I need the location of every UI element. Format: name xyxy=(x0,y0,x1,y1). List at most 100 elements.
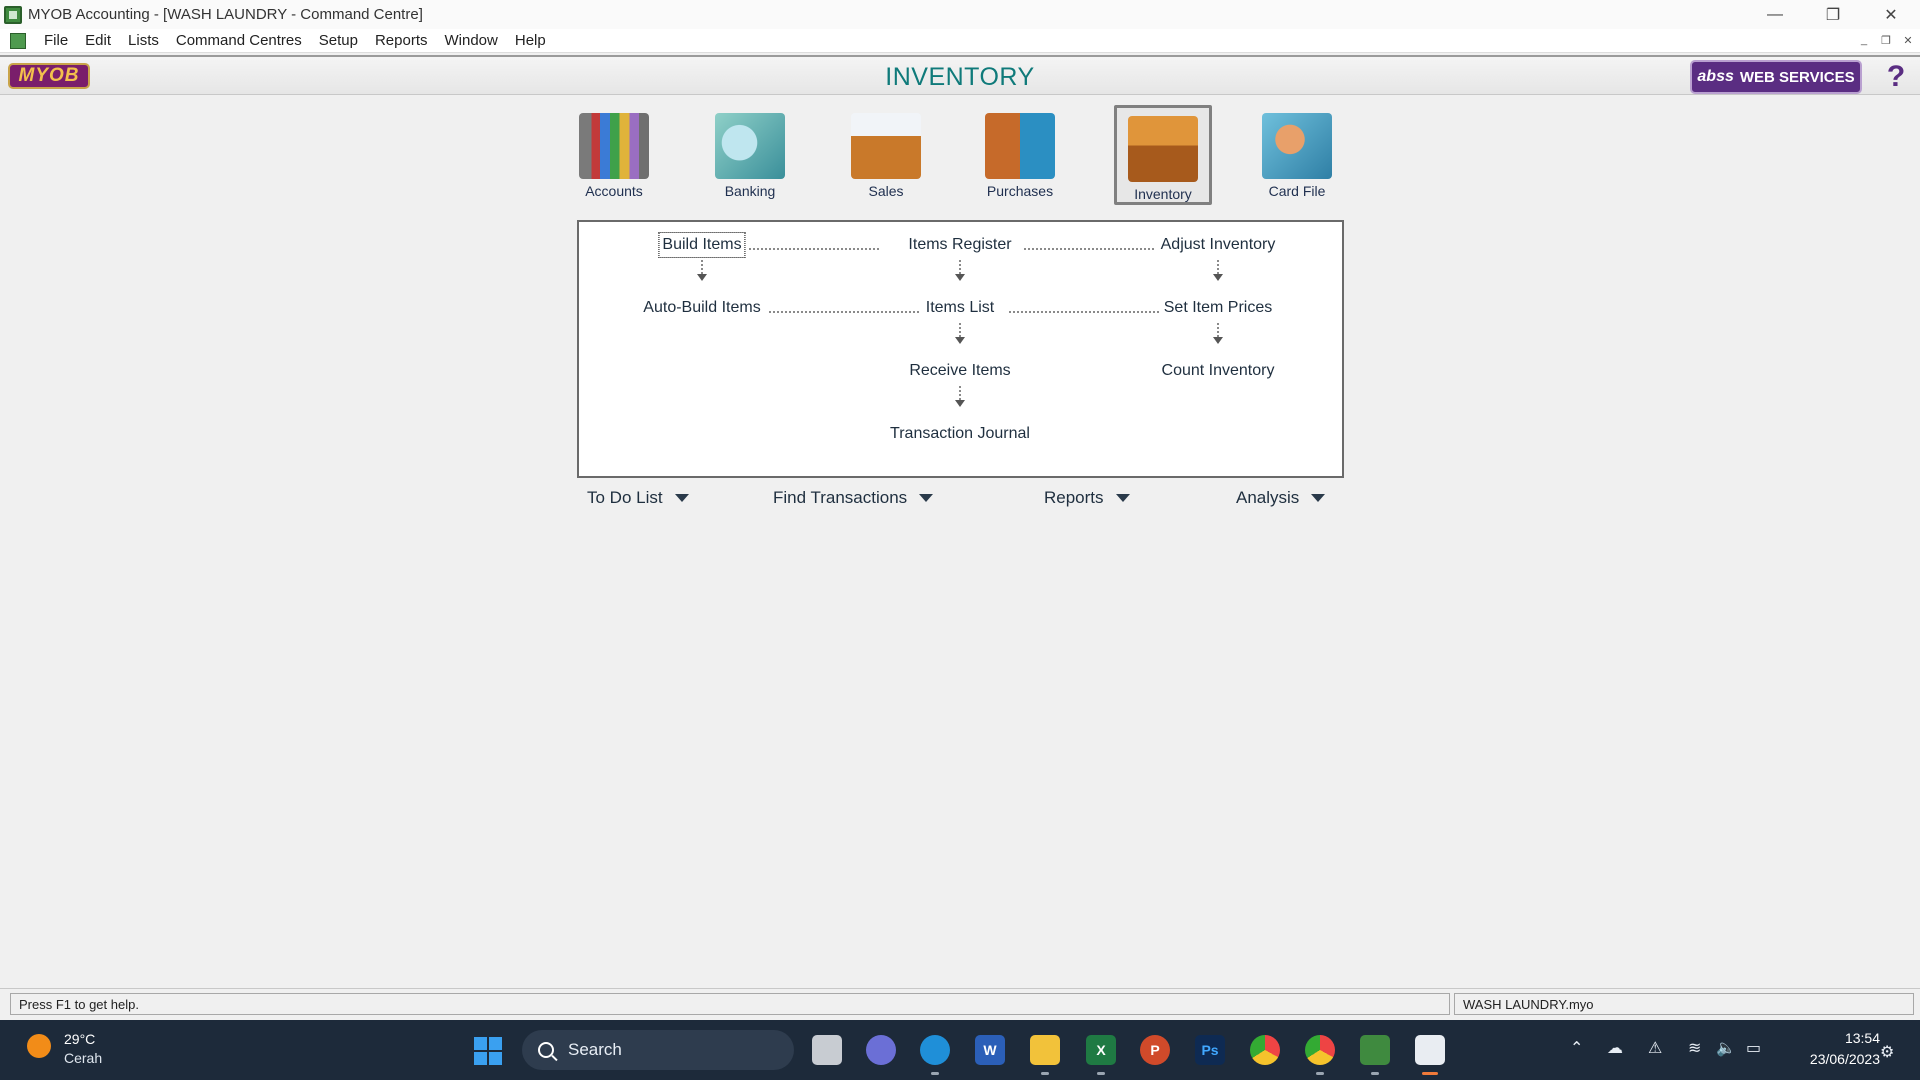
menu-lists[interactable]: Lists xyxy=(128,32,159,49)
build-items-link[interactable]: Build Items xyxy=(658,232,746,258)
cc-purchases[interactable]: Purchases xyxy=(971,105,1069,205)
word-icon[interactable]: W xyxy=(975,1035,1005,1065)
help-icon[interactable]: ? xyxy=(1878,60,1914,93)
reports-label: Reports xyxy=(1044,488,1104,507)
items-list-link[interactable]: Items List xyxy=(926,299,994,317)
task-view-icon[interactable] xyxy=(812,1035,842,1065)
command-centre-header: MYOB INVENTORY abss WEB SERVICES ? xyxy=(0,55,1920,95)
minimize-button[interactable]: — xyxy=(1746,0,1804,29)
flow-arrow-icon xyxy=(697,274,707,281)
mdi-restore-icon[interactable]: ❐ xyxy=(1878,32,1894,48)
battery-icon[interactable]: ▭ xyxy=(1746,1038,1761,1058)
snipping-tool-icon[interactable] xyxy=(1415,1035,1445,1065)
menu-file[interactable]: File xyxy=(44,32,68,49)
status-help-text: Press F1 to get help. xyxy=(10,993,1450,1015)
connector-line xyxy=(1217,260,1219,274)
weather-temperature[interactable]: 29°C xyxy=(64,1031,95,1047)
taskbar-search[interactable]: Search xyxy=(522,1030,794,1070)
adjust-inventory-link[interactable]: Adjust Inventory xyxy=(1161,236,1276,254)
wifi-icon[interactable]: ≋ xyxy=(1688,1038,1701,1058)
transaction-journal-link[interactable]: Transaction Journal xyxy=(890,425,1030,443)
card-file-icon xyxy=(1262,113,1332,179)
mdi-minimize-icon[interactable]: _ xyxy=(1856,32,1872,48)
chevron-down-icon xyxy=(919,494,934,502)
window-title-bar: MYOB Accounting - [WASH LAUNDRY - Comman… xyxy=(0,0,1920,29)
weather-sun-icon[interactable] xyxy=(27,1034,51,1058)
edge-browser-icon[interactable] xyxy=(920,1035,950,1065)
cc-banking-label: Banking xyxy=(724,183,776,199)
show-hidden-icons-chevron-icon[interactable]: ⌃ xyxy=(1570,1038,1583,1058)
analysis-dropdown[interactable]: Analysis xyxy=(1236,488,1326,508)
connector-line xyxy=(959,386,961,400)
items-register-link[interactable]: Items Register xyxy=(908,236,1011,254)
restore-button[interactable]: ❐ xyxy=(1804,0,1862,29)
connector-line xyxy=(1009,311,1159,313)
receive-items-link[interactable]: Receive Items xyxy=(909,362,1010,380)
menu-bar: File Edit Lists Command Centres Setup Re… xyxy=(0,29,1920,53)
clock-date[interactable]: 23/06/2023 xyxy=(1782,1051,1880,1067)
cc-sales[interactable]: Sales xyxy=(837,105,935,205)
status-file-name: WASH LAUNDRY.myo xyxy=(1454,993,1914,1015)
cc-banking[interactable]: Banking xyxy=(701,105,799,205)
taskbar-search-label: Search xyxy=(568,1040,622,1059)
menu-command-centres[interactable]: Command Centres xyxy=(176,32,302,49)
connector-line xyxy=(959,260,961,274)
inventory-icon xyxy=(1128,116,1198,182)
chrome-profile-icon[interactable] xyxy=(1305,1035,1335,1065)
connector-line xyxy=(1217,323,1219,337)
menu-help[interactable]: Help xyxy=(515,32,546,49)
window-title: MYOB Accounting - [WASH LAUNDRY - Comman… xyxy=(28,6,423,23)
network-status-icon[interactable]: ⚠ xyxy=(1648,1038,1662,1058)
cc-card-file[interactable]: Card File xyxy=(1248,105,1346,205)
abss-web-services-button[interactable]: abss WEB SERVICES xyxy=(1690,60,1862,94)
flow-arrow-icon xyxy=(955,337,965,344)
find-transactions-dropdown[interactable]: Find Transactions xyxy=(773,488,934,508)
search-icon xyxy=(538,1042,554,1058)
menu-setup[interactable]: Setup xyxy=(319,32,358,49)
mdi-close-icon[interactable]: ✕ xyxy=(1900,32,1916,48)
notification-icon[interactable]: ⚙ xyxy=(1880,1042,1894,1062)
myob-app-icon xyxy=(4,5,22,24)
weather-description[interactable]: Cerah xyxy=(64,1050,102,1066)
document-icon[interactable] xyxy=(10,32,26,49)
menu-reports[interactable]: Reports xyxy=(375,32,428,49)
photoshop-icon[interactable]: Ps xyxy=(1195,1035,1225,1065)
chevron-down-icon xyxy=(674,494,689,502)
cc-accounts[interactable]: Accounts xyxy=(565,105,663,205)
set-item-prices-link[interactable]: Set Item Prices xyxy=(1164,299,1272,317)
connector-line xyxy=(769,311,919,313)
count-inventory-link[interactable]: Count Inventory xyxy=(1162,362,1275,380)
reports-dropdown[interactable]: Reports xyxy=(1044,488,1130,508)
volume-icon[interactable]: 🔈 xyxy=(1716,1038,1736,1058)
find-transactions-label: Find Transactions xyxy=(773,488,908,507)
sales-icon xyxy=(851,113,921,179)
windows-taskbar: 29°C Cerah Search W X P Ps ⌃ ☁ ⚠ ≋ 🔈 ▭ 1… xyxy=(0,1020,1920,1080)
cc-card-file-label: Card File xyxy=(1268,183,1326,199)
close-button[interactable]: ✕ xyxy=(1862,0,1920,29)
file-explorer-icon[interactable] xyxy=(1030,1035,1060,1065)
myob-taskbar-icon[interactable] xyxy=(1360,1035,1390,1065)
abss-brand: abss xyxy=(1697,68,1734,85)
start-windows-icon[interactable] xyxy=(474,1037,502,1065)
web-services-label: WEB SERVICES xyxy=(1739,68,1855,86)
auto-build-items-link[interactable]: Auto-Build Items xyxy=(643,299,760,317)
purchases-icon xyxy=(985,113,1055,179)
cc-accounts-label: Accounts xyxy=(585,183,643,199)
excel-icon[interactable]: X xyxy=(1086,1035,1116,1065)
cc-inventory[interactable]: Inventory xyxy=(1114,105,1212,205)
onedrive-cloud-icon[interactable]: ☁ xyxy=(1607,1038,1623,1058)
flow-arrow-icon xyxy=(955,274,965,281)
to-do-list-dropdown[interactable]: To Do List xyxy=(587,488,689,508)
chrome-icon[interactable] xyxy=(1250,1035,1280,1065)
connector-line xyxy=(959,323,961,337)
powerpoint-icon[interactable]: P xyxy=(1140,1035,1170,1065)
flow-arrow-icon xyxy=(1213,337,1223,344)
teams-chat-icon[interactable] xyxy=(866,1035,896,1065)
page-title: INVENTORY xyxy=(885,63,1035,91)
inventory-flow-panel: Build Items Items Register Adjust Invent… xyxy=(577,220,1344,478)
flow-arrow-icon xyxy=(955,400,965,407)
menu-edit[interactable]: Edit xyxy=(85,32,111,49)
cc-inventory-label: Inventory xyxy=(1134,186,1192,202)
menu-window[interactable]: Window xyxy=(445,32,498,49)
clock-time[interactable]: 13:54 xyxy=(1820,1030,1880,1046)
